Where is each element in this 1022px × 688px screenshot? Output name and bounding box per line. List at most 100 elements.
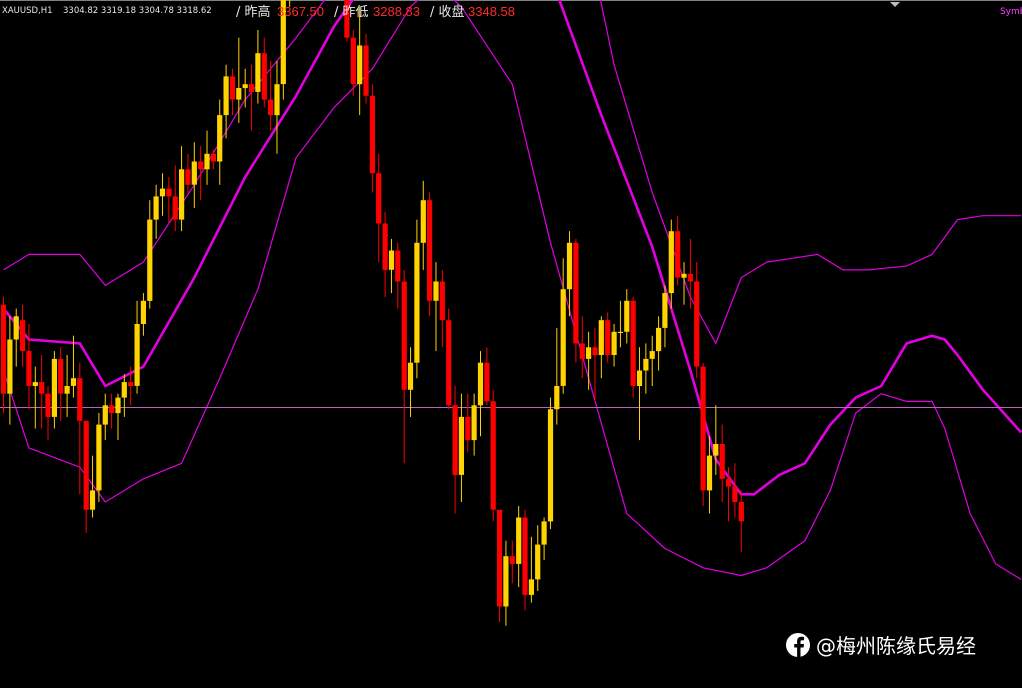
candle-body-up bbox=[681, 273, 687, 278]
candle bbox=[446, 308, 452, 410]
candle-body-up bbox=[217, 115, 223, 162]
candle-body-down bbox=[382, 223, 388, 270]
candle bbox=[700, 362, 706, 506]
candle-body-up bbox=[159, 188, 166, 197]
candle bbox=[51, 351, 57, 429]
candle-body-down bbox=[446, 320, 452, 406]
prev-low-value: 3288.83 bbox=[373, 4, 420, 19]
candle-body-down bbox=[465, 416, 471, 441]
candle-body-up bbox=[516, 517, 522, 564]
candle-body-up bbox=[668, 231, 674, 294]
prev-low-label: / 昨低 bbox=[334, 5, 369, 20]
candle-body-down bbox=[630, 300, 636, 386]
candle-body-up bbox=[7, 339, 13, 394]
candle bbox=[547, 397, 554, 530]
candle-body-up bbox=[643, 358, 649, 371]
candle bbox=[414, 219, 420, 379]
candle-body-down bbox=[694, 281, 700, 367]
prev-high-value: 3367.50 bbox=[277, 4, 324, 19]
candle-body-down bbox=[732, 486, 738, 502]
corner-label: Symb bbox=[1000, 7, 1022, 17]
candle-body-up bbox=[662, 293, 668, 328]
symbol-label: XAUUSD,H1 bbox=[2, 6, 53, 16]
candle-body-down bbox=[268, 99, 274, 116]
candle-body-down bbox=[738, 502, 744, 522]
candle-body-down bbox=[248, 84, 255, 92]
candle-body-down bbox=[484, 362, 490, 402]
candle-body-down bbox=[427, 200, 433, 301]
close-label: / 收盘 bbox=[430, 4, 465, 20]
candle-body-up bbox=[204, 153, 210, 170]
candle-body-up bbox=[713, 444, 719, 456]
candle-body-up bbox=[357, 45, 363, 85]
ohlc-readout: 3304.82 3319.18 3304.78 3318.62 bbox=[63, 6, 212, 16]
candle-body-up bbox=[656, 327, 662, 352]
candle-body-down bbox=[573, 242, 579, 344]
candle-body-down bbox=[350, 37, 356, 85]
candle-body-up bbox=[636, 370, 643, 386]
candle-body-up bbox=[147, 219, 153, 301]
candle-body-down bbox=[83, 420, 89, 510]
candle-body-up bbox=[70, 378, 77, 386]
candle-body-up bbox=[477, 362, 484, 406]
candle-body-up bbox=[89, 490, 96, 510]
candle-body-down bbox=[26, 351, 32, 386]
candle-body-up bbox=[32, 382, 38, 386]
candle-body-down bbox=[579, 343, 585, 359]
candle-body-up bbox=[503, 556, 509, 607]
watermark-text: @梅州陈缘氏易经 bbox=[816, 634, 976, 658]
candle-body-down bbox=[20, 320, 26, 352]
candle-body-down bbox=[58, 358, 64, 394]
candle-body-down bbox=[452, 405, 458, 475]
candle-body-up bbox=[115, 397, 121, 414]
candle-body-down bbox=[401, 281, 407, 390]
candle-body-up bbox=[458, 416, 464, 475]
candle-body-down bbox=[128, 382, 134, 386]
candle-body-up bbox=[554, 386, 560, 410]
candle-body-down bbox=[687, 273, 693, 282]
candle-body-up bbox=[586, 347, 592, 359]
candle-body-down bbox=[605, 320, 611, 355]
candle-body-down bbox=[522, 517, 528, 595]
candle bbox=[630, 297, 636, 398]
candle bbox=[490, 389, 496, 522]
candle-body-up bbox=[140, 300, 146, 324]
candle-body-down bbox=[109, 405, 115, 413]
candle-body-up bbox=[706, 455, 713, 491]
candle-body-up bbox=[560, 289, 566, 386]
prev-high-label: / 昨高 bbox=[236, 4, 271, 20]
candle-body-down bbox=[675, 231, 681, 278]
candle-body-up bbox=[64, 386, 70, 394]
candle-body-up bbox=[153, 196, 159, 220]
candle-body-up bbox=[547, 409, 554, 522]
price-chart[interactable]: XAUUSD,H1 3304.82 3319.18 3304.78 3318.6… bbox=[0, 0, 1022, 688]
candle-body-up bbox=[598, 320, 604, 355]
candle-body-down bbox=[172, 196, 178, 220]
candle-body-up bbox=[236, 88, 242, 100]
candle-body-up bbox=[611, 331, 617, 355]
candle-body-down bbox=[509, 556, 515, 564]
candle-body-up bbox=[121, 382, 127, 398]
candle-body-up bbox=[13, 316, 19, 340]
candle-body-down bbox=[229, 76, 236, 100]
candle-body-up bbox=[420, 200, 426, 243]
candle-body-down bbox=[185, 169, 191, 185]
candle-body-up bbox=[223, 76, 229, 116]
candle bbox=[427, 192, 433, 317]
candle-body-down bbox=[261, 53, 267, 100]
candle-body-up bbox=[102, 405, 108, 425]
candle-body-up bbox=[414, 242, 420, 363]
candle-body-up bbox=[255, 53, 261, 92]
candle-body-up bbox=[617, 331, 623, 333]
candle-body-down bbox=[592, 347, 598, 355]
candle-body-down bbox=[198, 161, 204, 170]
candle-body-down bbox=[395, 250, 401, 282]
candle-body-up bbox=[535, 544, 541, 580]
candle-body-down bbox=[166, 188, 172, 197]
candle-body-up bbox=[541, 521, 547, 545]
candle-body-up bbox=[624, 300, 630, 332]
candle bbox=[96, 413, 102, 502]
candle-body-down bbox=[490, 401, 496, 510]
candle-body-down bbox=[725, 478, 732, 487]
candle-body-up bbox=[528, 579, 534, 595]
